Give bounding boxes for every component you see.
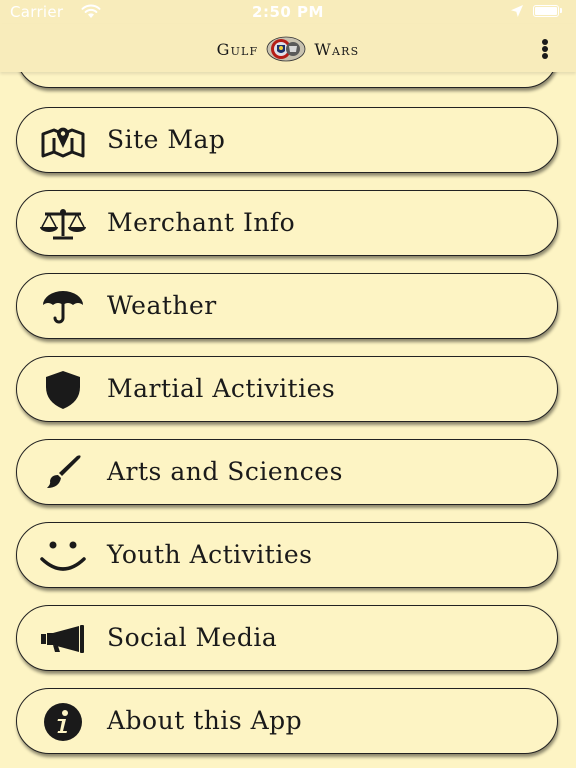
menu-item-label: Martial Activities <box>107 374 336 403</box>
menu-item-partial[interactable] <box>16 72 558 88</box>
menu-item-martial-activities[interactable]: Martial Activities <box>16 356 558 422</box>
info-circle-icon <box>39 702 87 742</box>
menu-item-weather[interactable]: Weather <box>16 273 558 339</box>
paint-brush-icon <box>39 453 87 493</box>
gulf-wars-crest-icon <box>266 36 306 62</box>
menu-item-social-media[interactable]: Social Media <box>16 605 558 671</box>
menu-item-label: Merchant Info <box>107 208 296 237</box>
shield-icon <box>39 370 87 410</box>
vertical-ellipsis-icon <box>542 46 548 52</box>
menu-item-label: Social Media <box>107 623 278 652</box>
menu-item-about-this-app[interactable]: About this App <box>16 688 558 754</box>
bullhorn-icon <box>39 619 87 659</box>
menu-item-label: Site Map <box>107 125 226 154</box>
title-wars: Wars <box>314 39 360 59</box>
menu-list[interactable]: Site Map Merchant Info Weather Martial A… <box>0 72 576 768</box>
menu-item-label: About this App <box>107 706 303 735</box>
vertical-ellipsis-icon <box>542 53 548 59</box>
smile-icon <box>39 536 87 576</box>
menu-item-label: Arts and Sciences <box>107 457 343 486</box>
location-arrow-icon <box>510 4 524 22</box>
nav-bar: Gulf Wars <box>0 24 576 72</box>
menu-item-merchant-info[interactable]: Merchant Info <box>16 190 558 256</box>
status-bar: Carrier 2:50 PM <box>0 0 576 24</box>
menu-item-arts-and-sciences[interactable]: Arts and Sciences <box>16 439 558 505</box>
app-title: Gulf Wars <box>0 36 576 62</box>
menu-item-label: Weather <box>107 291 217 320</box>
balance-scale-icon <box>39 204 87 244</box>
title-gulf: Gulf <box>216 39 259 59</box>
umbrella-icon <box>39 287 87 327</box>
menu-item-youth-activities[interactable]: Youth Activities <box>16 522 558 588</box>
status-time: 2:50 PM <box>252 3 324 21</box>
menu-item-label: Youth Activities <box>107 540 313 569</box>
map-icon <box>39 121 87 161</box>
battery-icon <box>533 5 562 17</box>
menu-item-site-map[interactable]: Site Map <box>16 107 558 173</box>
vertical-ellipsis-icon <box>542 39 548 45</box>
more-options-button[interactable] <box>536 36 556 62</box>
